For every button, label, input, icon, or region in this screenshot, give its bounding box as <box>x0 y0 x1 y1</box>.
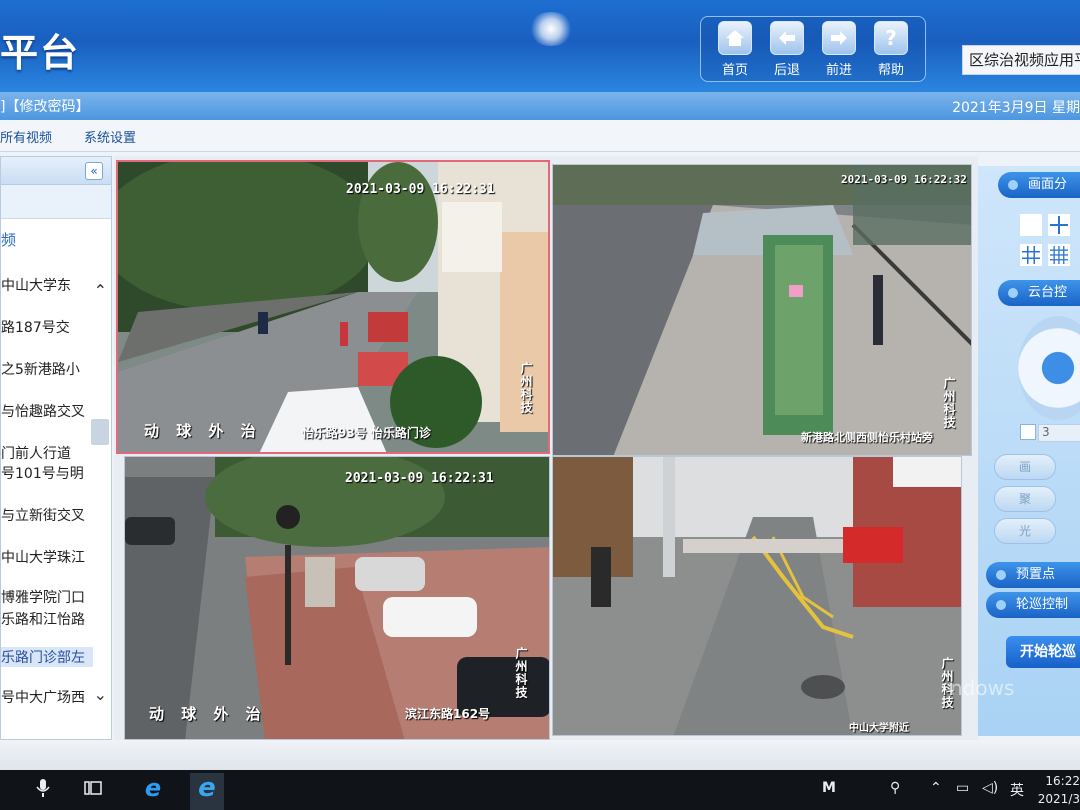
screen-split-header[interactable]: 画面分 <box>998 172 1080 198</box>
home-label: 首页 <box>721 63 748 78</box>
scroll-down-chevron-icon[interactable]: ⌄ <box>94 685 107 704</box>
chevron-up-icon[interactable]: ⌃ <box>930 780 942 796</box>
windows-taskbar: e e M ⚲ ⌃ ▭ ◁) 英 16:22 2021/3 <box>0 770 1080 810</box>
clock-time: 16:22 <box>1045 774 1080 788</box>
layout-4x4-icon[interactable] <box>1048 244 1070 266</box>
current-date: 2021年3月9日 星期 <box>952 100 1080 116</box>
task-view-icon[interactable] <box>76 778 110 802</box>
cell-1-osd-left: 动 球 外 治 <box>144 422 262 440</box>
collapse-panel-button[interactable]: « <box>85 162 103 180</box>
nav-button-group: 首页 后退 前进 ? 帮助 <box>700 16 926 82</box>
scroll-up-chevron-icon[interactable]: ⌃ <box>94 281 107 300</box>
camera-item[interactable]: 与立新街交叉 <box>1 505 93 525</box>
camera-item[interactable]: 中山大学东 <box>1 275 93 295</box>
back-arrow-icon <box>770 21 804 55</box>
video-frame-parking-lot <box>125 457 549 739</box>
clock-date: 2021/3 <box>1037 792 1080 806</box>
cell-4-osd-bottom: 中山大学附近 <box>849 723 909 734</box>
change-password-link[interactable]: ]【修改密码】 <box>0 96 89 116</box>
windows-activation-watermark: ndows <box>950 676 1015 700</box>
layout-3x3-icon[interactable] <box>1020 244 1042 266</box>
camera-item[interactable]: 博雅学院门口 <box>1 587 93 607</box>
help-icon: ? <box>874 21 908 55</box>
cell-3-osd-left: 动 球 外 治 <box>149 705 267 723</box>
camera-item[interactable]: 门前人行道 <box>1 443 93 463</box>
cell-3-osd-right: 滨江东路162号 <box>405 707 491 721</box>
menu-bar: 所有视频 系统设置 <box>0 120 1080 152</box>
ptz-control-header[interactable]: 云台控 <box>998 280 1080 306</box>
cell-2-timestamp: 2021-03-09 16:22:32 <box>841 173 967 186</box>
forward-arrow-icon <box>822 21 856 55</box>
cell-1-vertical-text: 广州科技 <box>519 362 533 414</box>
camera-tree-panel: « 频 ⌃ 中山大学东 路187号交 之5新港路小 与怡趣路交叉 门前人行道 号… <box>0 156 112 740</box>
camera-item[interactable]: 路187号交 <box>1 317 93 337</box>
control-panel: 画面分 云台控 3 画 聚 光 预置点 轮巡控制 开始轮巡 <box>978 166 1080 736</box>
tree-scrollbar-thumb[interactable] <box>91 419 109 445</box>
ptz-direction-pad-icon[interactable] <box>1018 316 1080 420</box>
start-tour-button[interactable]: 开始轮巡 <box>1006 636 1080 668</box>
cell-3-timestamp: 2021-03-09 16:22:31 <box>345 471 494 486</box>
cell-2-vertical-text: 广州科技 <box>942 377 956 429</box>
iris-button[interactable]: 光 <box>994 518 1056 544</box>
microphone-icon[interactable] <box>26 778 60 803</box>
camera-item-selected[interactable]: 乐路门诊部左 <box>1 647 93 667</box>
menu-system-settings[interactable]: 系统设置 <box>84 127 136 146</box>
edge-browser-icon[interactable]: e <box>136 774 170 802</box>
info-bar: ]【修改密码】 2021年3月9日 星期 <box>0 92 1080 120</box>
page-bottom-strip <box>0 740 1080 770</box>
ime-mode-indicator[interactable]: M <box>822 780 836 796</box>
camera-item[interactable]: 之5新港路小 <box>1 359 93 379</box>
focus-button[interactable]: 聚 <box>994 486 1056 512</box>
video-cell-3[interactable]: 2021-03-09 16:22:31 动 球 外 治 滨江东路162号 广州科… <box>124 456 550 740</box>
back-button[interactable]: 后退 <box>763 21 811 79</box>
menu-all-videos[interactable]: 所有视频 <box>0 127 52 146</box>
cell-1-timestamp: 2021-03-09 16:22:31 <box>346 182 495 197</box>
app-logo: 平台 <box>0 31 81 75</box>
internet-explorer-icon[interactable]: e <box>190 773 224 810</box>
ptz-speed-input[interactable]: 3 <box>1038 424 1080 442</box>
forward-label: 前进 <box>825 63 852 78</box>
cell-3-vertical-text: 广州科技 <box>514 647 528 699</box>
video-frame-street <box>118 162 548 452</box>
platform-title-box: 区综治视频应用平 <box>962 45 1080 75</box>
camera-tree-header: « <box>1 157 111 185</box>
home-button[interactable]: 首页 <box>711 21 759 79</box>
camera-item[interactable]: 与怡趣路交叉 <box>1 401 93 421</box>
video-cell-1[interactable]: 2021-03-09 16:22:31 动 球 外 治 怡乐路93号 怡乐路门诊… <box>116 160 550 454</box>
camera-tree-toolbar <box>1 185 111 219</box>
help-label: 帮助 <box>877 63 904 78</box>
camera-item[interactable]: 号中大广场西 <box>1 687 93 707</box>
surveillance-screen: 平台 首页 后退 前进 ? 帮助 区综治视频应用平]【修改密码】 2021年3… <box>0 0 1080 810</box>
help-button[interactable]: ? 帮助 <box>867 21 915 79</box>
tree-root-label[interactable]: 频 <box>1 229 16 250</box>
camera-item[interactable]: 中山大学珠江 <box>1 547 93 567</box>
layout-2x2-icon[interactable] <box>1048 214 1070 236</box>
tour-control-header[interactable]: 轮巡控制 <box>986 592 1080 618</box>
video-frame-bus-stop <box>553 165 971 455</box>
camera-item[interactable]: 号101号与明 <box>1 463 93 483</box>
camera-item[interactable]: 乐路和江怡路 <box>1 609 93 629</box>
screen-glare <box>528 12 574 46</box>
people-icon[interactable]: ⚲ <box>890 780 900 796</box>
forward-button[interactable]: 前进 <box>815 21 863 79</box>
app-header: 平台 首页 后退 前进 ? 帮助 区综治视频应用平 <box>0 0 1080 92</box>
video-frame-campus-gate <box>553 457 961 735</box>
zoom-button[interactable]: 画 <box>994 454 1056 480</box>
preset-header[interactable]: 预置点 <box>986 562 1080 588</box>
taskbar-clock[interactable]: 16:22 2021/3 <box>1034 772 1080 808</box>
home-icon <box>718 21 752 55</box>
video-cell-4[interactable]: 中山大学附近 广州科技 <box>552 456 962 736</box>
video-cell-2[interactable]: 2021-03-09 16:22:32 新港路北侧西侧怡乐村站旁 广州科技 <box>552 164 972 456</box>
back-label: 后退 <box>773 63 800 78</box>
cell-2-osd-bottom: 新港路北侧西侧怡乐村站旁 <box>801 431 933 444</box>
ime-language-indicator[interactable]: 英 <box>1010 780 1024 800</box>
ptz-speed-checkbox[interactable] <box>1020 424 1036 440</box>
layout-1x1-icon[interactable] <box>1020 214 1042 236</box>
cell-1-osd-right: 怡乐路93号 怡乐路门诊 <box>302 426 431 440</box>
network-icon[interactable]: ▭ <box>956 780 969 796</box>
video-grid: 2021-03-09 16:22:31 动 球 外 治 怡乐路93号 怡乐路门诊… <box>114 156 978 740</box>
volume-icon[interactable]: ◁) <box>982 780 998 796</box>
